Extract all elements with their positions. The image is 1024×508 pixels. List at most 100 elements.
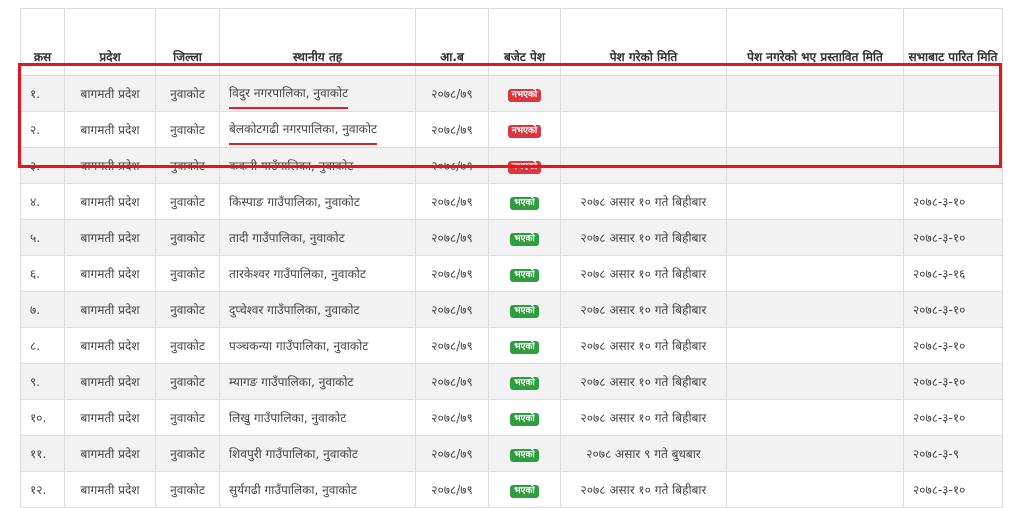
cell-proposed-date (726, 291, 904, 328)
cell-passed-date: २०७८-३-१० (903, 183, 1003, 220)
cell-province: बागमती प्रदेश (64, 147, 156, 184)
cell-district: नुवाकोट (155, 183, 220, 220)
cell-sn: १. (20, 75, 65, 112)
status-badge: भएको (510, 196, 539, 210)
cell-province: बागमती प्रदेश (64, 399, 156, 436)
local-level-name: लिखु गाउँपालिका, नुवाकोट (229, 411, 347, 425)
cell-sn: १०. (20, 399, 65, 436)
cell-district: नुवाकोट (155, 219, 220, 256)
cell-passed-date: २०७८-३-१६ (903, 255, 1003, 292)
table-row: ३. बागमती प्रदेश नुवाकोट ककनी गाउँपालिका, न… (20, 147, 1003, 184)
header-fiscal-year: आ.ब (415, 8, 489, 76)
cell-proposed-date (726, 327, 904, 364)
status-badge: भएको (510, 484, 539, 498)
table-header-row: क्रस प्रदेश जिल्ला स्थानीय तह आ.ब बजेट प… (20, 8, 1003, 76)
cell-province: बागमती प्रदेश (64, 111, 156, 148)
cell-district: नुवाकोट (155, 75, 220, 112)
status-badge: भएको (510, 412, 539, 426)
cell-passed-date: २०७८-३-१० (903, 327, 1003, 364)
cell-province: बागमती प्रदेश (64, 363, 156, 400)
cell-proposed-date (726, 111, 904, 148)
cell-budget-status: भएको (488, 471, 561, 508)
cell-local-level: सुर्यगढी गाउँपालिका, नुवाकोट (219, 471, 416, 508)
header-sn: क्रस (20, 8, 65, 76)
table-row: १. बागमती प्रदेश नुवाकोट विदुर नगरपालिका, न… (20, 75, 1003, 112)
cell-province: बागमती प्रदेश (64, 255, 156, 292)
table-row: ८. बागमती प्रदेश नुवाकोट पञ्चकन्या गाउँपालि… (20, 327, 1003, 364)
cell-budget-status: भएको (488, 327, 561, 364)
cell-sn: ११. (20, 435, 65, 472)
cell-fiscal-year: २०७८/७९ (415, 219, 489, 256)
cell-proposed-date (726, 363, 904, 400)
cell-province: बागमती प्रदेश (64, 471, 156, 508)
cell-proposed-date (726, 75, 904, 112)
cell-district: नुवाकोट (155, 471, 220, 508)
table-row: ११. बागमती प्रदेश नुवाकोट शिवपुरी गाउँपालिक… (20, 435, 1003, 472)
cell-proposed-date (726, 471, 904, 508)
local-level-name: किस्पाङ गाउँपालिका, नुवाकोट (229, 195, 360, 209)
status-badge: भएको (510, 232, 539, 246)
cell-fiscal-year: २०७८/७९ (415, 327, 489, 364)
cell-budget-status: नभएको (488, 75, 561, 112)
status-badge: नभएको (507, 160, 542, 174)
cell-district: नुवाकोट (155, 255, 220, 292)
cell-passed-date (903, 147, 1003, 184)
cell-submitted-date: २०७८ असार १० गते बिहीबार (560, 363, 727, 400)
cell-fiscal-year: २०७८/७९ (415, 471, 489, 508)
cell-district: नुवाकोट (155, 291, 220, 328)
header-budget-submitted: बजेट पेश (488, 8, 561, 76)
cell-fiscal-year: २०७८/७९ (415, 291, 489, 328)
cell-passed-date: २०७८-३-१० (903, 291, 1003, 328)
header-passed-date: सभाबाट पारित मिति (903, 8, 1003, 76)
cell-district: नुवाकोट (155, 363, 220, 400)
header-province: प्रदेश (64, 8, 156, 76)
cell-local-level: बेलकोटगढी नगरपालिका, नुवाकोट (219, 111, 416, 148)
cell-passed-date: २०७८-३-१० (903, 399, 1003, 436)
cell-submitted-date: २०७८ असार १० गते बिहीबार (560, 399, 727, 436)
cell-province: बागमती प्रदेश (64, 219, 156, 256)
cell-district: नुवाकोट (155, 435, 220, 472)
cell-province: बागमती प्रदेश (64, 327, 156, 364)
cell-district: नुवाकोट (155, 111, 220, 148)
cell-proposed-date (726, 255, 904, 292)
cell-proposed-date (726, 183, 904, 220)
table-body: १. बागमती प्रदेश नुवाकोट विदुर नगरपालिका, न… (20, 75, 1003, 508)
status-badge: भएको (510, 376, 539, 390)
local-level-name: विदुर नगरपालिका, नुवाकोट (229, 84, 349, 109)
cell-proposed-date (726, 219, 904, 256)
cell-local-level: तादी गाउँपालिका, नुवाकोट (219, 219, 416, 256)
cell-submitted-date: २०७८ असार १० गते बिहीबार (560, 183, 727, 220)
local-level-name: तादी गाउँपालिका, नुवाकोट (229, 231, 345, 245)
cell-local-level: विदुर नगरपालिका, नुवाकोट (219, 75, 416, 112)
cell-budget-status: नभएको (488, 111, 561, 148)
local-level-name: म्यागङ गाउँपालिका, नुवाकोट (229, 375, 354, 389)
table-row: ९. बागमती प्रदेश नुवाकोट म्यागङ गाउँपालिका,… (20, 363, 1003, 400)
cell-submitted-date (560, 75, 727, 112)
cell-passed-date: २०७८-३-१० (903, 219, 1003, 256)
cell-local-level: किस्पाङ गाउँपालिका, नुवाकोट (219, 183, 416, 220)
cell-province: बागमती प्रदेश (64, 435, 156, 472)
cell-budget-status: भएको (488, 291, 561, 328)
cell-province: बागमती प्रदेश (64, 291, 156, 328)
cell-submitted-date: २०७८ असार १० गते बिहीबार (560, 255, 727, 292)
cell-budget-status: भएको (488, 255, 561, 292)
cell-budget-status: नभएको (488, 147, 561, 184)
cell-sn: ९. (20, 363, 65, 400)
cell-sn: ७. (20, 291, 65, 328)
local-level-name: पञ्चकन्या गाउँपालिका, नुवाकोट (229, 339, 369, 353)
cell-fiscal-year: २०७८/७९ (415, 183, 489, 220)
local-level-name: शिवपुरी गाउँपालिका, नुवाकोट (229, 447, 358, 461)
cell-passed-date: २०७८-३-९ (903, 435, 1003, 472)
cell-proposed-date (726, 147, 904, 184)
cell-local-level: शिवपुरी गाउँपालिका, नुवाकोट (219, 435, 416, 472)
cell-local-level: पञ्चकन्या गाउँपालिका, नुवाकोट (219, 327, 416, 364)
cell-submitted-date: २०७८ असार १० गते बिहीबार (560, 219, 727, 256)
cell-local-level: दुप्चेश्वर गाउँपालिका, नुवाकोट (219, 291, 416, 328)
cell-passed-date (903, 75, 1003, 112)
header-district: जिल्ला (155, 8, 220, 76)
cell-passed-date (903, 111, 1003, 148)
cell-fiscal-year: २०७८/७९ (415, 255, 489, 292)
table-row: २. बागमती प्रदेश नुवाकोट बेलकोटगढी नगरपालिक… (20, 111, 1003, 148)
table-row: ५. बागमती प्रदेश नुवाकोट तादी गाउँपालिका, न… (20, 219, 1003, 256)
cell-province: बागमती प्रदेश (64, 75, 156, 112)
